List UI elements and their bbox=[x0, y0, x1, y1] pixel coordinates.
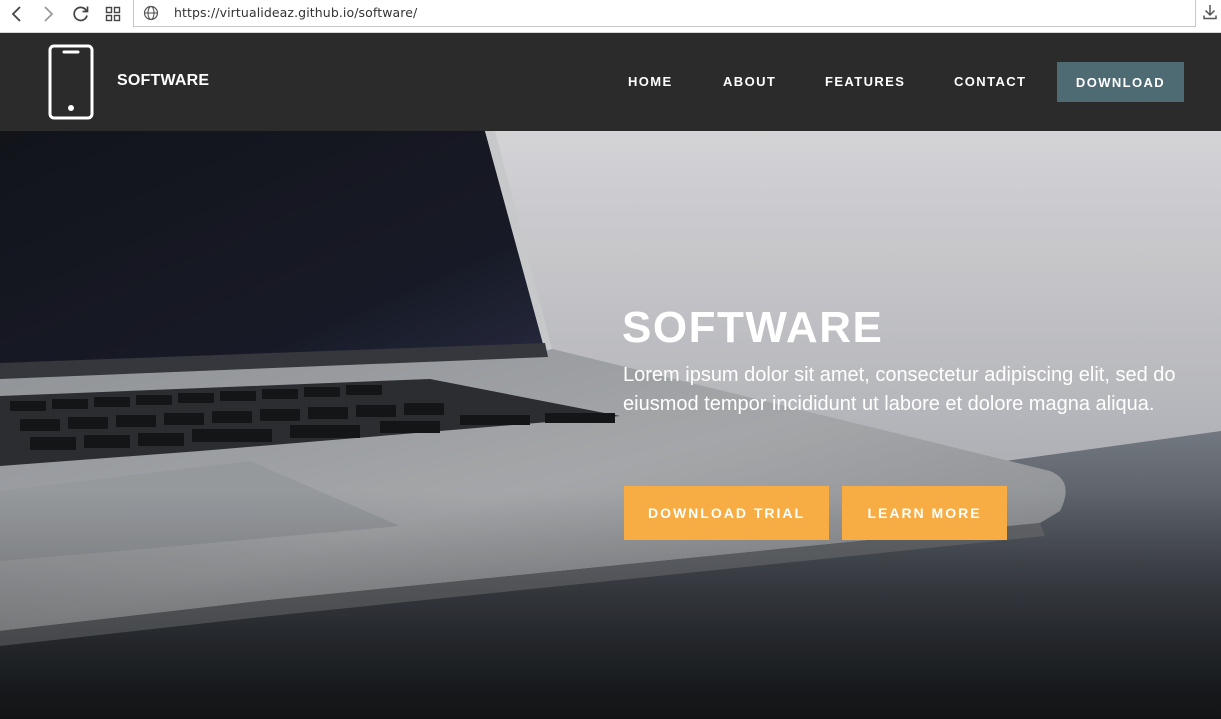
reload-icon bbox=[73, 6, 89, 22]
globe-icon bbox=[143, 5, 159, 21]
nav-about[interactable]: ABOUT bbox=[723, 74, 776, 89]
browser-toolbar: https://virtualideaz.github.io/software/ bbox=[0, 0, 1221, 33]
forward-button[interactable] bbox=[37, 3, 59, 25]
nav-contact[interactable]: CONTACT bbox=[954, 74, 1026, 89]
reload-button[interactable] bbox=[70, 3, 92, 25]
url-text[interactable]: https://virtualideaz.github.io/software/ bbox=[174, 5, 417, 20]
nav-download-button[interactable]: DOWNLOAD bbox=[1057, 62, 1184, 102]
forward-icon bbox=[44, 6, 54, 22]
apps-button[interactable] bbox=[102, 3, 124, 25]
hero-title: SOFTWARE bbox=[622, 303, 884, 352]
apps-grid-icon bbox=[105, 6, 121, 22]
downloads-button[interactable] bbox=[1203, 4, 1217, 20]
nav-home[interactable]: HOME bbox=[628, 74, 673, 89]
address-bar[interactable]: https://virtualideaz.github.io/software/ bbox=[133, 0, 1196, 27]
hero-laptop-image bbox=[0, 131, 1221, 719]
nav-features[interactable]: FEATURES bbox=[825, 74, 905, 89]
smartphone-icon[interactable] bbox=[48, 44, 94, 120]
brand-name[interactable]: SOFTWARE bbox=[117, 72, 209, 90]
hero-section: SOFTWARE Lorem ipsum dolor sit amet, con… bbox=[0, 131, 1221, 719]
download-trial-button[interactable]: DOWNLOAD TRIAL bbox=[624, 486, 829, 540]
back-icon bbox=[11, 6, 21, 22]
site-header: SOFTWARE HOME ABOUT FEATURES CONTACT DOW… bbox=[0, 33, 1221, 131]
back-button[interactable] bbox=[6, 3, 28, 25]
download-icon bbox=[1203, 5, 1217, 20]
hero-description: Lorem ipsum dolor sit amet, consectetur … bbox=[623, 364, 1176, 415]
learn-more-button[interactable]: LEARN MORE bbox=[842, 486, 1007, 540]
